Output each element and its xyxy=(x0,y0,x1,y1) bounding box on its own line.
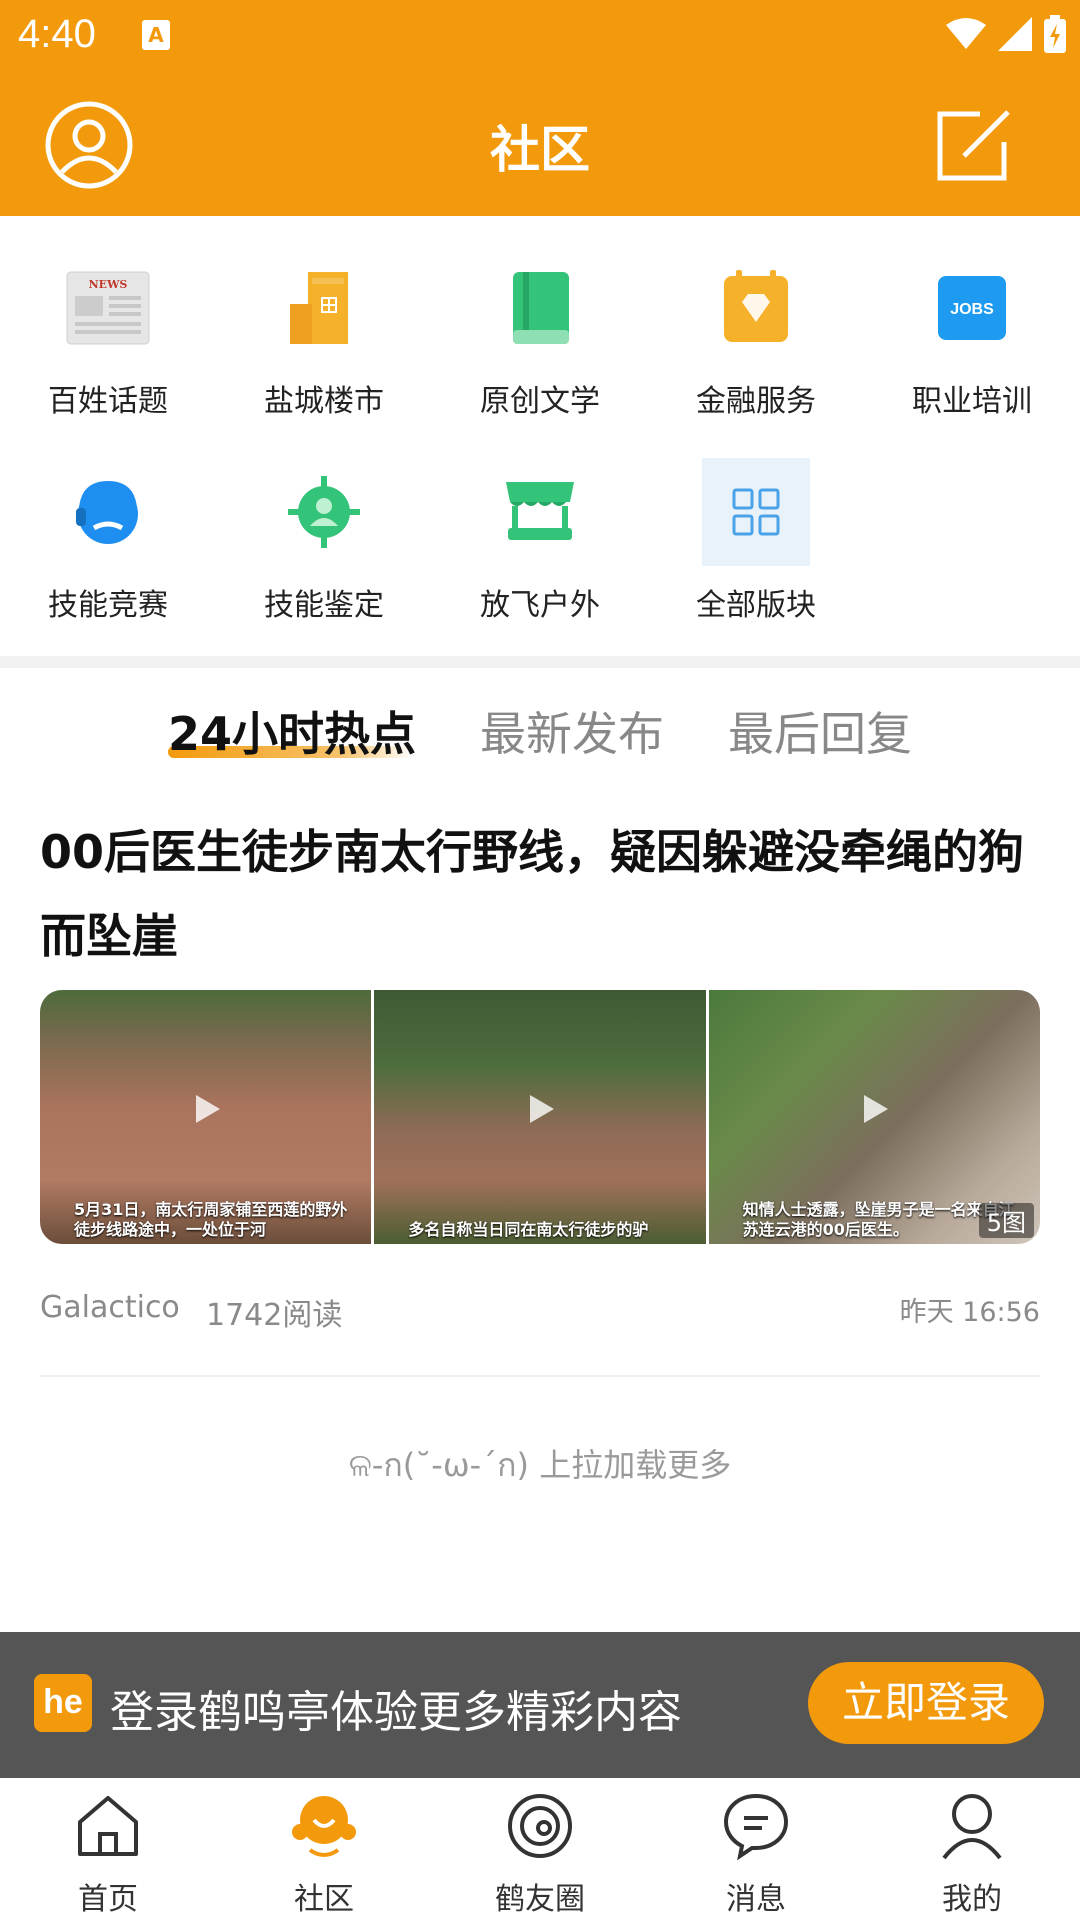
category-label: 原创文学 xyxy=(480,384,600,419)
play-icon xyxy=(864,1095,889,1123)
post-time: 昨天 16:56 xyxy=(899,1297,1040,1328)
person-target-icon xyxy=(270,458,378,566)
category-grid: NEWS 百姓话题 盐城楼市 原创文学 金融服务 JOBS 职业培训 技能竞赛 … xyxy=(0,216,1080,656)
tab-last-reply[interactable]: 最后回复 xyxy=(728,698,912,764)
category-label: 放飞户外 xyxy=(480,588,600,623)
category-label: 全部版块 xyxy=(696,588,816,623)
svg-text:JOBS: JOBS xyxy=(950,301,994,318)
jobs-icon: JOBS xyxy=(918,254,1026,362)
grid-icon xyxy=(702,458,810,566)
app-logo: he xyxy=(34,1674,92,1732)
profile-icon xyxy=(942,1794,1002,1860)
svg-text:NEWS: NEWS xyxy=(89,278,128,291)
tab-24h-hot[interactable]: 24小时热点 xyxy=(168,698,416,764)
category-label: 盐城楼市 xyxy=(264,384,384,419)
status-bar: 4:40 A xyxy=(0,0,1080,70)
headset-icon xyxy=(54,458,162,566)
image-caption: 5月31日，南太行周家铺至西莲的野外徒步线路途中，一处位于河 xyxy=(74,1200,348,1239)
home-icon xyxy=(78,1796,138,1856)
login-banner: he 登录鹤鸣亭体验更多精彩内容 立即登录 xyxy=(0,1632,1080,1778)
load-more-hint: ଳ-ก(˘-ω-ˊก) 上拉加载更多 xyxy=(348,1446,732,1484)
bottom-nav: 首页 社区 鹤友圈 消息 我的 xyxy=(0,1778,1080,1920)
post-author[interactable]: Galactico xyxy=(40,1290,180,1325)
signal-icon xyxy=(998,17,1032,51)
post-image[interactable]: 知情人士透露，坠崖男子是一名来自江苏连云港的00后医生。 5图 xyxy=(708,990,1040,1244)
post-read-count: 1742阅读 xyxy=(206,1298,343,1333)
category-label: 百姓话题 xyxy=(48,384,168,419)
feed-tabs: 24小时热点 最新发布 最后回复 xyxy=(0,668,1080,780)
nav-circle[interactable]: 鹤友圈 xyxy=(432,1778,648,1920)
category-wenxue[interactable]: 原创文学 xyxy=(432,216,648,419)
nav-label: 社区 xyxy=(294,1882,354,1917)
post-divider xyxy=(40,1375,1040,1377)
category-loushi[interactable]: 盐城楼市 xyxy=(216,216,432,419)
status-icons xyxy=(946,14,1066,54)
login-prompt-text: 登录鹤鸣亭体验更多精彩内容 xyxy=(110,1687,682,1738)
category-zhiye[interactable]: JOBS 职业培训 xyxy=(864,216,1080,419)
nav-label: 鹤友圈 xyxy=(495,1882,585,1917)
category-baixing[interactable]: NEWS 百姓话题 xyxy=(0,216,216,419)
building-icon xyxy=(270,254,378,362)
nav-home[interactable]: 首页 xyxy=(0,1778,216,1920)
nav-messages[interactable]: 消息 xyxy=(648,1778,864,1920)
diamond-calendar-icon xyxy=(702,254,810,362)
edit-icon xyxy=(937,110,1010,181)
compose-button[interactable] xyxy=(934,104,1016,186)
play-icon xyxy=(195,1095,220,1123)
post-meta: Galactico 1742阅读 昨天 16:56 xyxy=(40,1290,1040,1333)
category-label: 职业培训 xyxy=(912,384,1032,419)
status-a-badge: A xyxy=(142,20,170,50)
category-label: 金融服务 xyxy=(696,384,816,419)
image-count-badge: 5图 xyxy=(978,1203,1034,1238)
nav-label: 消息 xyxy=(726,1882,786,1917)
post-title[interactable]: 00后医生徒步南太行野线，疑因躲避没牵绳的狗而坠崖 xyxy=(40,810,1040,978)
tab-latest[interactable]: 最新发布 xyxy=(480,698,664,764)
community-icon xyxy=(292,1796,356,1857)
battery-icon xyxy=(1044,15,1066,53)
category-huwai[interactable]: 放飞户外 xyxy=(432,420,648,623)
category-jianding[interactable]: 技能鉴定 xyxy=(216,420,432,623)
section-divider xyxy=(0,656,1080,668)
post-image[interactable]: 多名自称当日同在南太行徒步的驴 xyxy=(374,990,706,1244)
nav-label: 我的 xyxy=(942,1882,1002,1917)
header: 社区 xyxy=(0,70,1080,216)
image-caption: 多名自称当日同在南太行徒步的驴 xyxy=(408,1220,649,1239)
category-jinrong[interactable]: 金融服务 xyxy=(648,216,864,419)
post-images[interactable]: 5月31日，南太行周家铺至西莲的野外徒步线路途中，一处位于河 多名自称当日同在南… xyxy=(40,990,1040,1244)
stall-icon xyxy=(486,458,594,566)
nav-profile[interactable]: 我的 xyxy=(864,1778,1080,1920)
category-label: 技能鉴定 xyxy=(264,588,384,623)
book-icon xyxy=(486,254,594,362)
message-icon xyxy=(723,1793,789,1861)
wifi-icon xyxy=(946,18,986,49)
nav-community[interactable]: 社区 xyxy=(216,1778,432,1920)
play-icon xyxy=(529,1095,554,1123)
category-all[interactable]: 全部版块 xyxy=(648,420,864,623)
page-title: 社区 xyxy=(490,121,590,179)
category-label: 技能竞赛 xyxy=(48,588,168,623)
newspaper-icon: NEWS xyxy=(54,254,162,362)
post-image[interactable]: 5月31日，南太行周家铺至西莲的野外徒步线路途中，一处位于河 xyxy=(40,990,372,1244)
nav-label: 首页 xyxy=(78,1882,138,1917)
circle-icon xyxy=(508,1794,572,1858)
status-time: 4:40 xyxy=(18,12,96,56)
post-card[interactable]: 00后医生徒步南太行野线，疑因躲避没牵绳的狗而坠崖 xyxy=(40,810,1040,978)
login-now-button[interactable]: 立即登录 xyxy=(808,1662,1044,1744)
category-jingsai[interactable]: 技能竞赛 xyxy=(0,420,216,623)
